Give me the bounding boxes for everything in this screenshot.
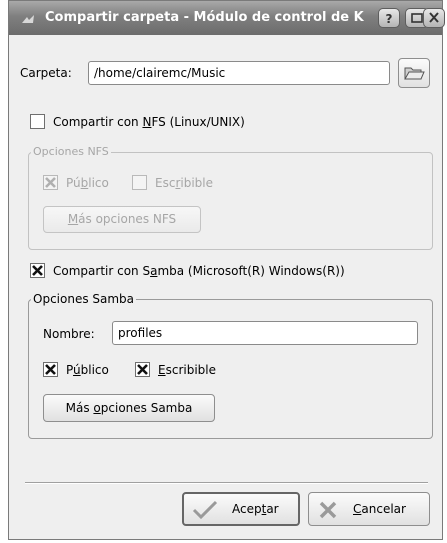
separator [25,482,428,484]
samba-name-label: Nombre: [43,327,95,341]
title-bar[interactable]: Compartir carpeta - Módulo de control de… [9,1,445,35]
folder-open-icon [404,67,425,80]
nfs-public-checkbox[interactable] [43,175,58,190]
nfs-writable-label: Escribible [155,176,213,190]
nfs-more-options-button[interactable]: Más opciones NFS [43,206,201,233]
nfs-options-group [28,152,433,250]
help-button[interactable]: ? [378,8,400,28]
x-check-icon [45,177,56,188]
samba-writable-label: Escribible [158,363,216,377]
close-button[interactable] [423,8,445,28]
x-check-icon [45,364,56,375]
accept-button[interactable]: Aceptar [182,492,300,526]
x-check-icon [137,364,148,375]
samba-options-title: Opciones Samba [31,292,137,306]
samba-public-checkbox[interactable] [43,362,58,377]
samba-public-label: Público [66,363,109,377]
close-icon [429,12,439,23]
cancel-label: Cancelar [353,502,406,516]
samba-name-input[interactable]: profiles [112,321,418,345]
accept-label: Aceptar [232,502,279,516]
window-title: Compartir carpeta - Módulo de control de… [45,10,364,25]
checkmark-icon [192,500,218,520]
x-check-icon [32,265,43,276]
share-nfs-label[interactable]: Compartir con NFS (Linux/UNIX) [53,115,245,129]
nfs-writable-checkbox[interactable] [132,175,147,190]
cancel-button[interactable]: Cancelar [308,492,430,526]
share-samba-label[interactable]: Compartir con Samba (Microsoft(R) Window… [53,264,345,278]
x-cancel-icon [319,501,337,519]
share-nfs-checkbox[interactable] [30,114,45,129]
app-icon [21,14,35,26]
share-folder-dialog: Compartir carpeta - Módulo de control de… [8,0,445,540]
nfs-options-title: Opciones NFS [31,145,111,158]
samba-more-options-button[interactable]: Más opciones Samba [43,394,215,422]
share-samba-checkbox[interactable] [30,263,45,278]
nfs-public-label: Público [66,176,109,190]
samba-writable-checkbox[interactable] [135,362,150,377]
folder-path-input[interactable]: /home/clairemc/Music [88,61,390,85]
folder-label: Carpeta: [20,66,72,80]
browse-folder-button[interactable] [398,58,430,88]
